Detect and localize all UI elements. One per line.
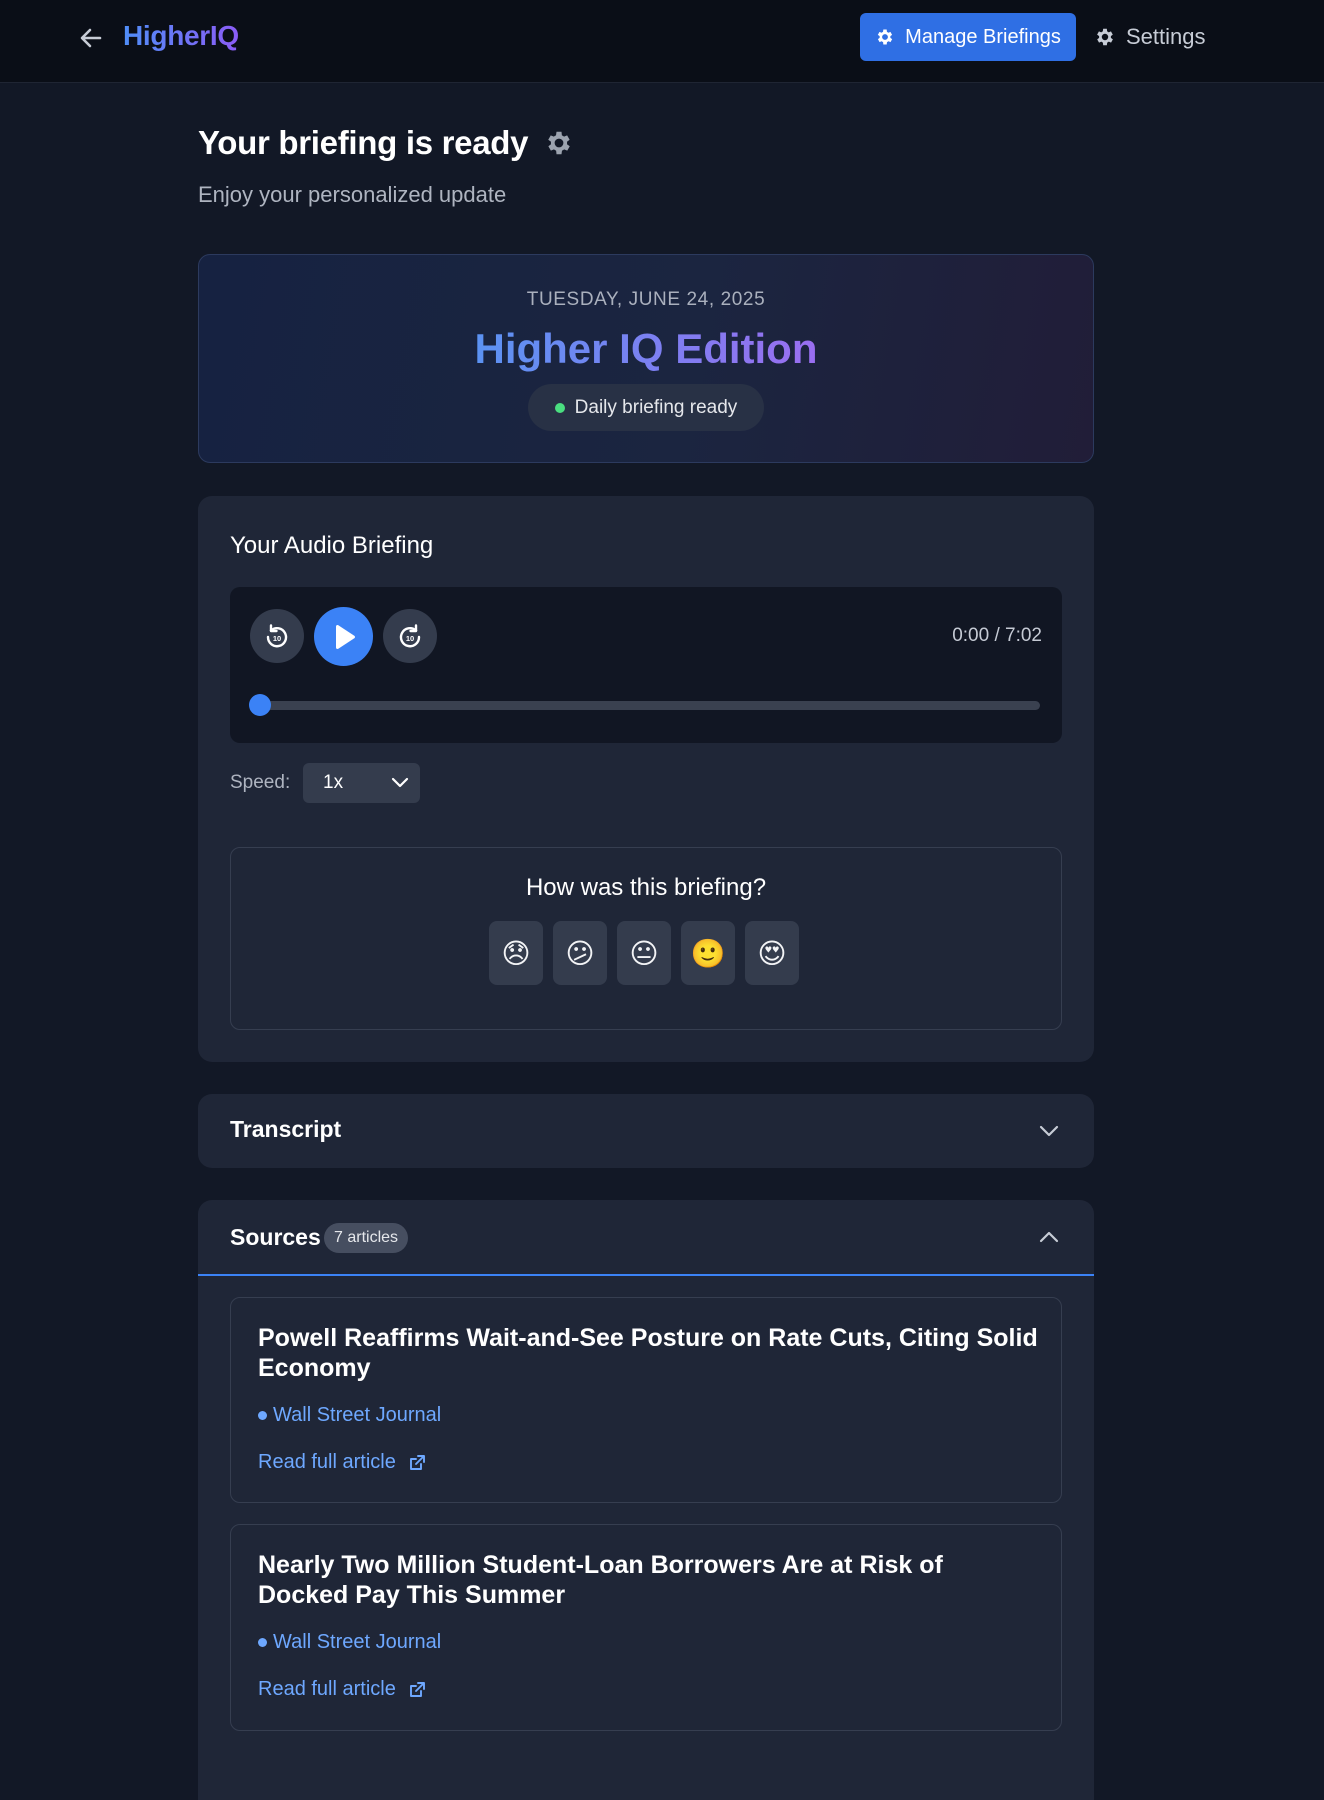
manage-briefings-label: Manage Briefings (905, 25, 1061, 48)
gear-icon (1097, 28, 1113, 46)
read-full-article-label: Read full article (258, 1451, 396, 1473)
page-subtitle: Enjoy your personalized update (198, 182, 507, 207)
speed-select[interactable]: 1x (303, 763, 420, 803)
feedback-question: How was this briefing? (525, 874, 767, 901)
chevron-down-icon (1039, 1125, 1059, 1137)
feedback-panel: How was this briefing? 😞 😕 😐 🙂 😍 (230, 847, 1062, 1030)
seek-thumb[interactable] (249, 694, 271, 716)
seek-bar[interactable] (249, 694, 1040, 716)
audio-briefing-card: Your Audio Briefing 10 10 0:00 / 7:02 Sp… (198, 496, 1094, 1062)
read-full-article-link[interactable]: Read full article (258, 1451, 426, 1474)
article-source: Wall Street Journal (258, 1631, 441, 1654)
settings-link[interactable]: Settings (1094, 13, 1206, 61)
read-full-article-label: Read full article (258, 1678, 396, 1700)
audio-player: 10 10 0:00 / 7:02 (230, 587, 1062, 743)
rating-bad-button[interactable]: 😕 (553, 921, 607, 985)
chevron-up-icon (1039, 1231, 1059, 1243)
status-text: Daily briefing ready (574, 396, 738, 418)
sources-accordion: Sources 7 articles Powell Reaffirms Wait… (198, 1200, 1094, 1800)
page-title-row: Your briefing is ready (198, 124, 574, 162)
edition-date: TUESDAY, JUNE 24, 2025 (526, 289, 766, 310)
edition-title: Higher IQ Edition (199, 325, 1093, 373)
chevron-down-icon (391, 777, 409, 788)
rewind-10-button[interactable]: 10 (250, 609, 304, 663)
top-nav-bar: HigherIQ Manage Briefings Settings (0, 0, 1324, 83)
rating-good-button[interactable]: 🙂 (681, 921, 735, 985)
svg-text:10: 10 (273, 634, 281, 643)
articles-count-badge: 7 articles (324, 1223, 409, 1253)
play-button[interactable] (314, 607, 373, 666)
rating-very-bad-button[interactable]: 😞 (489, 921, 543, 985)
external-link-icon (409, 1454, 425, 1470)
manage-briefings-button[interactable]: Manage Briefings (860, 13, 1076, 61)
external-link-icon (409, 1681, 425, 1697)
read-full-article-link[interactable]: Read full article (258, 1678, 426, 1701)
article-source-name: Wall Street Journal (273, 1631, 442, 1653)
rating-neutral-button[interactable]: 😐 (617, 921, 671, 985)
edition-card: TUESDAY, JUNE 24, 2025 Higher IQ Edition… (198, 254, 1094, 463)
transcript-accordion[interactable]: Transcript (198, 1094, 1094, 1168)
back-arrow-icon[interactable] (78, 26, 104, 50)
forward-10-icon: 10 (399, 624, 421, 648)
svg-text:10: 10 (406, 634, 414, 643)
speed-value: 1x (323, 772, 344, 793)
speed-label: Speed: (230, 772, 291, 793)
brand-logo[interactable]: HigherIQ (123, 20, 239, 52)
article-title: Nearly Two Million Student-Loan Borrower… (258, 1551, 943, 1609)
source-dot-icon (258, 1638, 267, 1647)
rating-love-button[interactable]: 😍 (745, 921, 799, 985)
edition-title-text: Higher IQ Edition (474, 325, 818, 372)
gear-icon (878, 29, 893, 45)
article-source-name: Wall Street Journal (273, 1404, 442, 1426)
article-source: Wall Street Journal (258, 1404, 441, 1427)
source-article-card: Nearly Two Million Student-Loan Borrower… (230, 1524, 1062, 1731)
audio-briefing-title: Your Audio Briefing (230, 532, 434, 559)
settings-label: Settings (1126, 24, 1206, 49)
page-title: Your briefing is ready (198, 124, 529, 161)
source-article-card: Powell Reaffirms Wait-and-See Posture on… (230, 1297, 1062, 1503)
time-readout: 0:00 / 7:02 (952, 625, 1042, 646)
sources-title: Sources (230, 1224, 321, 1250)
status-dot-icon (554, 402, 565, 413)
rating-row: 😞 😕 😐 🙂 😍 (489, 921, 799, 985)
forward-10-button[interactable]: 10 (383, 609, 437, 663)
article-title: Powell Reaffirms Wait-and-See Posture on… (258, 1324, 1038, 1382)
sources-header[interactable]: Sources 7 articles (198, 1200, 1094, 1276)
source-dot-icon (258, 1411, 267, 1420)
rewind-10-icon: 10 (266, 624, 288, 648)
gear-icon[interactable] (544, 128, 574, 158)
transcript-title: Transcript (230, 1116, 342, 1142)
play-icon (335, 624, 355, 649)
status-badge: Daily briefing ready (528, 384, 764, 431)
